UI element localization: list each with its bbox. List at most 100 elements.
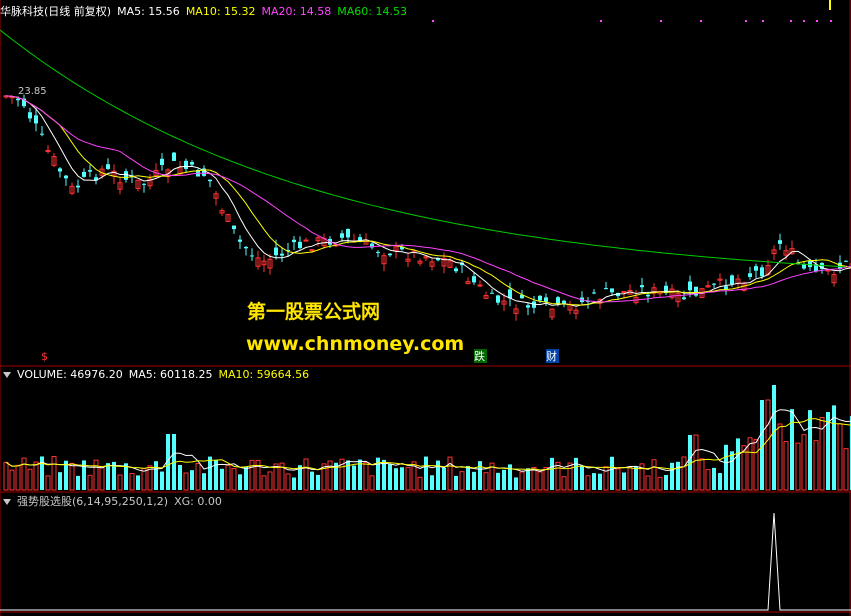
volume-bar	[514, 477, 518, 490]
candle-body	[28, 112, 32, 119]
volume-bar	[790, 409, 794, 490]
ma10-line	[5, 95, 851, 306]
volume-bar	[808, 410, 812, 490]
volume-bar	[430, 475, 434, 490]
volume-bar	[676, 461, 680, 490]
volume-bar	[813, 440, 819, 491]
candle-body	[778, 240, 782, 244]
volume-bar	[574, 457, 578, 490]
volume-bar	[369, 475, 375, 491]
candle-body	[604, 288, 608, 290]
volume-bar	[580, 466, 584, 490]
volume-bar	[178, 464, 182, 490]
volume-bar	[69, 462, 75, 491]
candle-body	[490, 292, 494, 294]
signal-dot	[816, 20, 818, 22]
volume-bar	[9, 469, 15, 491]
signal-dot	[803, 20, 805, 22]
volume-bar	[699, 458, 705, 491]
candle-body	[34, 115, 38, 124]
candle-body	[376, 251, 380, 253]
chart-canvas[interactable]: 23.85 $ 跌 财	[0, 0, 851, 616]
cai-marker: 财	[546, 349, 557, 363]
volume-bar	[550, 457, 554, 490]
volume-ma5-label: MA5: 60118.25	[128, 368, 213, 381]
volume-bar	[442, 467, 446, 490]
ma20-label: MA20: 14.58	[261, 5, 332, 18]
volume-bar	[519, 471, 525, 491]
price-title: 华脉科技(日线 前复权)	[0, 5, 112, 18]
signal-dot	[829, 0, 831, 10]
dollar-marker: $	[41, 350, 48, 363]
watermark-title: 第一股票公式网	[247, 301, 381, 323]
candle-body	[610, 288, 614, 293]
candle-body	[298, 241, 302, 249]
ma10-label: MA10: 15.32	[185, 5, 256, 18]
candle-body	[544, 297, 548, 302]
candle-body	[760, 267, 764, 277]
candle-body	[280, 253, 284, 256]
candle-body	[88, 170, 92, 172]
ma20-line	[5, 95, 851, 303]
volume-bar	[670, 462, 674, 490]
volume-bar	[58, 472, 62, 490]
volume-bar	[753, 439, 759, 491]
volume-bar	[129, 473, 135, 491]
volume-bar	[195, 463, 201, 491]
volume-bar	[555, 461, 561, 491]
candle-body	[238, 239, 242, 242]
chevron-down-icon[interactable]	[3, 498, 11, 505]
volume-bar	[681, 456, 687, 491]
candle-body	[303, 239, 309, 242]
candle-body	[526, 305, 530, 308]
signal-dot	[600, 20, 602, 22]
volume-bar	[154, 461, 158, 490]
stock-chart-window: 23.85 $ 跌 财 华脉科技(日线 前复权) MA5: 15.56 MA10: 15.…	[0, 0, 851, 616]
candle-body	[346, 228, 350, 238]
candle-body	[309, 249, 315, 252]
candle-body	[477, 284, 483, 287]
volume-bar	[394, 468, 398, 490]
volume-bar	[249, 459, 255, 491]
high-price-label: 23.85	[18, 86, 47, 97]
volume-bar	[160, 471, 164, 490]
candle-body	[640, 285, 644, 288]
volume-bar	[117, 474, 123, 491]
volume-bar	[622, 472, 626, 490]
volume-legend: VOLUME: 46976.20 MA5: 60118.25 MA10: 59664…	[0, 367, 315, 382]
volume-bar	[478, 461, 482, 490]
ma60-label: MA60: 14.53	[337, 5, 407, 18]
candle-body	[688, 281, 692, 291]
volume-bar	[106, 463, 110, 490]
volume-bar	[598, 473, 602, 490]
volume-bar	[718, 473, 722, 490]
volume-bar	[531, 467, 537, 491]
candle-body	[232, 225, 236, 230]
signal-dot	[790, 20, 792, 22]
volume-bar	[363, 462, 369, 491]
candle-body	[208, 179, 212, 182]
volume-bar	[316, 474, 320, 490]
volume-bar	[424, 456, 428, 490]
volume-bar	[777, 423, 783, 491]
volume-bar	[645, 475, 651, 491]
candle-body	[58, 168, 62, 172]
volume-bar	[567, 462, 573, 491]
volume-bar	[693, 434, 699, 491]
ma5-label: MA5: 15.56	[117, 5, 180, 18]
chevron-down-icon[interactable]	[3, 371, 11, 378]
volume-bar	[225, 464, 231, 491]
candle-body	[45, 149, 51, 152]
ma5-line	[5, 95, 851, 307]
candle-body	[142, 183, 146, 185]
volume-bar	[454, 475, 458, 490]
volume-bar	[651, 459, 657, 491]
candle-body	[556, 297, 560, 304]
volume-bar	[615, 468, 621, 491]
candle-body	[748, 273, 752, 277]
indicator-legend: 强势股选股(6,14,95,250,1,2) XG: 0.00	[0, 494, 228, 509]
volume-bar	[592, 473, 596, 490]
volume-bar	[537, 471, 543, 491]
volume-bar	[40, 456, 44, 490]
signal-dot	[745, 20, 747, 22]
